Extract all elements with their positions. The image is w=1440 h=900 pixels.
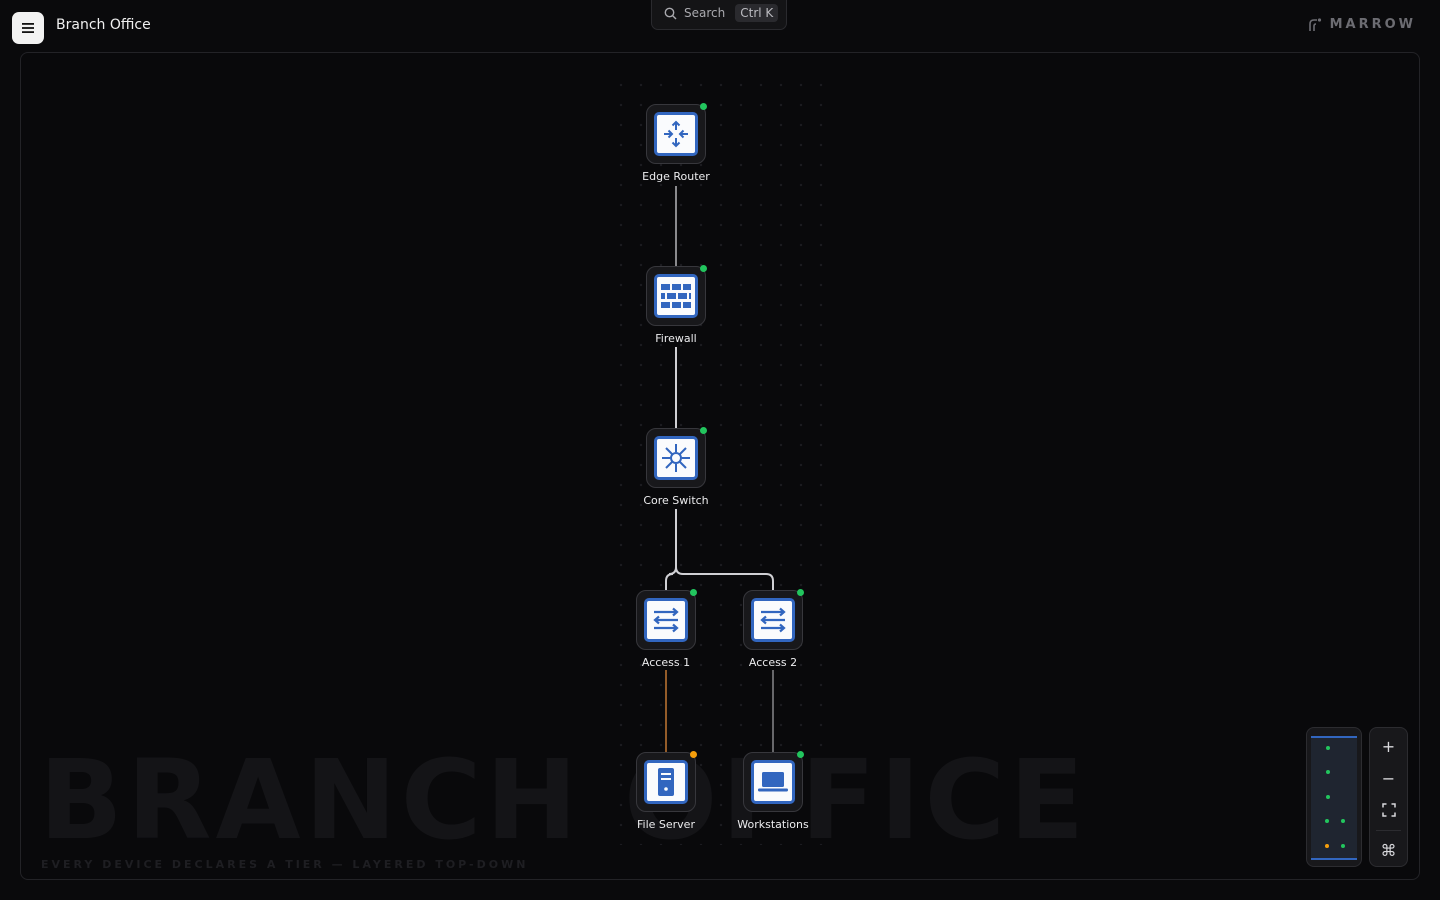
menu-button[interactable]: [12, 12, 44, 44]
switch-icon: [644, 598, 688, 642]
status-dot-online: [797, 751, 804, 758]
laptop-icon: [751, 760, 795, 804]
firewall-icon: [654, 274, 698, 318]
router-icon: [654, 112, 698, 156]
zoom-out-button[interactable]: −: [1370, 763, 1407, 793]
search-icon: [664, 7, 677, 19]
node-frame: [646, 428, 706, 488]
node-frame: [743, 590, 803, 650]
server-icon: [644, 760, 688, 804]
node-label: Access 2: [748, 656, 798, 669]
status-dot-online: [700, 265, 707, 272]
status-dot-online: [700, 427, 707, 434]
brand-icon: [1308, 17, 1321, 31]
node-label: Edge Router: [642, 170, 710, 183]
status-dot-online: [690, 589, 697, 596]
minimap-node-workstations: [1341, 844, 1345, 848]
link-core-switch-access-1: [665, 509, 677, 591]
fit-view-button[interactable]: [1370, 795, 1407, 825]
switch-icon: [751, 598, 795, 642]
search-button[interactable]: Search Ctrl K: [651, 0, 787, 30]
status-dot-online: [700, 103, 707, 110]
brand-logo: MARROW: [1308, 17, 1416, 32]
link-core-switch-access-2: [675, 566, 774, 591]
node-label: Core Switch: [643, 494, 709, 507]
search-shortcut: Ctrl K: [735, 4, 779, 22]
fit-view-icon: [1381, 803, 1396, 817]
top-bar: Branch Office Search Ctrl K MARROW: [0, 0, 1440, 52]
node-access-1[interactable]: Access 1: [636, 589, 697, 669]
status-dot-warning: [690, 751, 697, 758]
zoom-controls: + − ⌘: [1369, 727, 1408, 867]
node-label: Workstations: [737, 818, 809, 831]
diagram-canvas[interactable]: BRANCH OFFICE EVERY DEVICE DECLARES A TI…: [20, 52, 1420, 880]
node-frame: [743, 752, 803, 812]
shortcuts-button[interactable]: ⌘: [1370, 835, 1407, 865]
brand-name: MARROW: [1329, 17, 1416, 32]
node-frame: [636, 590, 696, 650]
node-firewall[interactable]: Firewall: [646, 265, 707, 345]
node-frame: [646, 104, 706, 164]
node-frame: [636, 752, 696, 812]
minimap-node-access-1: [1325, 819, 1329, 823]
node-file-server[interactable]: File Server: [636, 751, 697, 831]
zoom-in-button[interactable]: +: [1370, 731, 1407, 761]
minimap-node-firewall: [1326, 770, 1330, 774]
search-label: Search: [684, 6, 726, 20]
node-core-switch[interactable]: Core Switch: [643, 427, 709, 507]
minimap-node-file-server: [1325, 844, 1329, 848]
minimap-viewport[interactable]: [1311, 736, 1357, 860]
core-switch-icon: [654, 436, 698, 480]
node-edge-router[interactable]: Edge Router: [642, 103, 710, 183]
node-workstations[interactable]: Workstations: [737, 751, 809, 831]
controls-divider: [1376, 830, 1401, 831]
status-dot-online: [797, 589, 804, 596]
minimap[interactable]: [1306, 727, 1362, 867]
node-label: Firewall: [655, 332, 697, 345]
minimap-node-edge-router: [1326, 746, 1330, 750]
node-access-2[interactable]: Access 2: [743, 589, 804, 669]
node-frame: [646, 266, 706, 326]
minimap-node-core-switch: [1326, 795, 1330, 799]
page-title: Branch Office: [56, 17, 151, 33]
hamburger-icon: [22, 23, 34, 33]
minimap-node-access-2: [1341, 819, 1345, 823]
